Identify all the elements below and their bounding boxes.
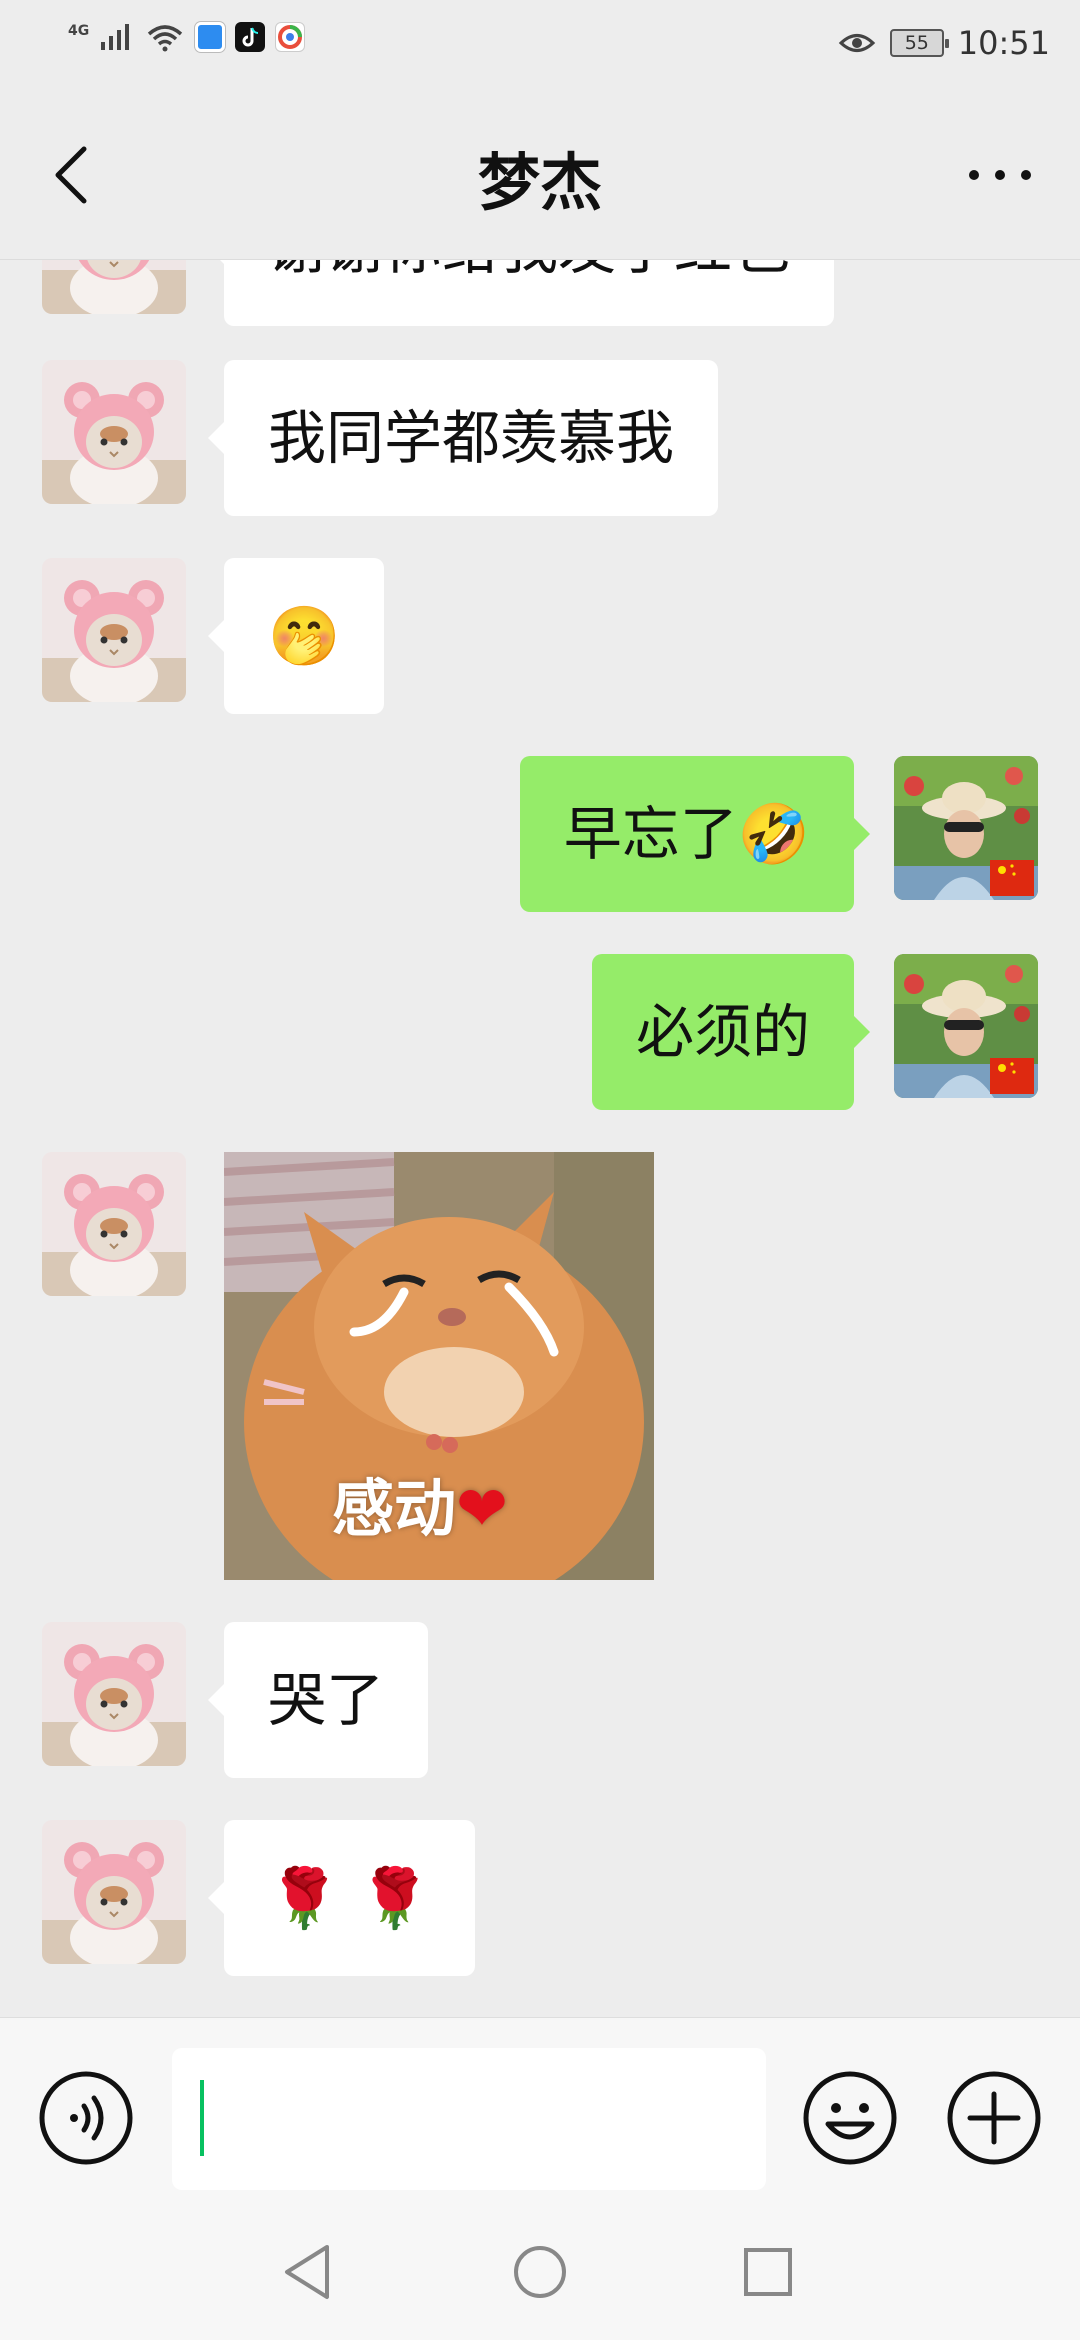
user-avatar[interactable] (894, 756, 1038, 900)
message-row: 早忘了🤣 (0, 756, 1080, 912)
battery-indicator: 55 (889, 29, 949, 57)
contact-avatar[interactable] (42, 260, 186, 314)
sticker-image[interactable]: 感动❤ (224, 1152, 654, 1580)
voice-icon (39, 2071, 133, 2165)
network-type: 4G (68, 23, 90, 39)
message-input[interactable] (172, 2048, 766, 2190)
message-bubble[interactable]: 我同学都羡慕我 (207, 360, 719, 516)
message-bubble[interactable]: 必须的 (591, 954, 871, 1110)
emoji: 🤣 (737, 800, 810, 868)
contact-avatar[interactable] (42, 1152, 186, 1296)
wifi-icon (148, 25, 183, 52)
browser-icon (275, 22, 306, 52)
status-bar: 4G 55 10:51 (0, 0, 1080, 90)
more-dots-icon (969, 170, 1031, 180)
plus-icon (947, 2071, 1041, 2165)
contact-avatar[interactable] (42, 1820, 186, 1964)
message-row: 必须的 (0, 954, 1080, 1110)
more-functions-button[interactable] (946, 2070, 1042, 2166)
message-bubble[interactable]: 🌹 🌹 (208, 1820, 475, 1976)
status-icons-left: 4G (68, 22, 306, 52)
input-bar (0, 2017, 1080, 2207)
emoji: 🌹 🌹 (268, 1864, 431, 1932)
eye-icon (838, 34, 875, 52)
chat-title: 梦杰 (477, 146, 602, 219)
contact-avatar[interactable] (42, 558, 186, 702)
nav-recents-button[interactable] (733, 2237, 803, 2307)
message-bubble[interactable]: 谢谢你给我发了红包 (207, 260, 835, 326)
emoji-button[interactable] (802, 2070, 898, 2166)
system-navigation-bar (0, 2207, 1080, 2340)
message-row: 🤭 (0, 558, 1080, 714)
nav-home-button[interactable] (505, 2237, 575, 2307)
message-row: 哭了 (0, 1622, 1080, 1778)
message-row: 谢谢你给我发了红包 (0, 260, 1080, 326)
square-recents-icon (744, 2248, 792, 2296)
chat-header: 梦杰 (0, 90, 1080, 260)
tiktok-icon (235, 22, 266, 52)
emoji: 🤭 (268, 602, 341, 670)
message-bubble[interactable]: 早忘了🤣 (519, 756, 871, 912)
sticker-caption: 感动❤ (332, 1472, 508, 1545)
message-row: 我同学都羡慕我 (0, 360, 1080, 516)
message-text: 早忘了 (563, 800, 738, 868)
message-bubble[interactable]: 哭了 (207, 1622, 429, 1778)
message-row: 感动❤ (0, 1152, 1080, 1582)
smiley-icon (803, 2071, 897, 2165)
triangle-back-icon (285, 2245, 329, 2299)
contact-avatar[interactable] (42, 360, 186, 504)
nav-back-button[interactable] (273, 2237, 343, 2307)
signal-icon (101, 24, 130, 50)
message-row: 🌹 🌹 (0, 1820, 1080, 1976)
more-button[interactable] (960, 160, 1040, 190)
user-avatar[interactable] (894, 954, 1038, 1098)
contact-avatar[interactable] (42, 1622, 186, 1766)
message-list[interactable]: 谢谢你给我发了红包 我同学都羡慕我 🤭 早忘了🤣 必须的 (0, 260, 1080, 2017)
voice-button[interactable] (38, 2070, 134, 2166)
text-caret (200, 2080, 204, 2156)
app-notification-icon (195, 22, 226, 52)
status-icons-right: 55 10:51 (838, 24, 1050, 62)
circle-home-icon (514, 2246, 566, 2298)
clock: 10:51 (957, 24, 1050, 62)
message-bubble[interactable]: 🤭 (207, 558, 385, 714)
